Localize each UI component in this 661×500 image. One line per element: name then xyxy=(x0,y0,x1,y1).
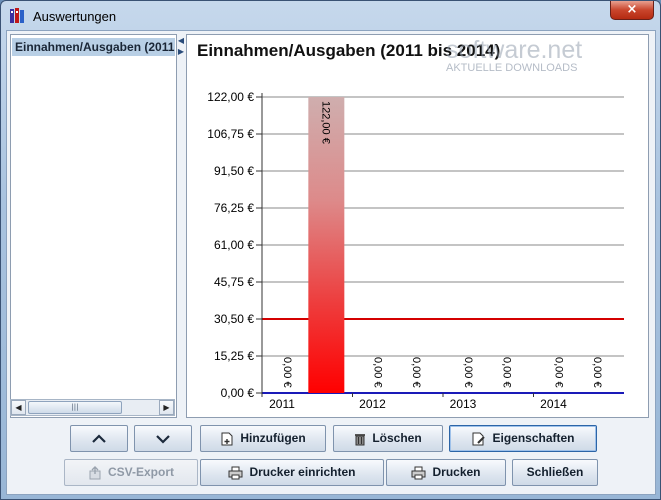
y-tick-label: 15,25 € xyxy=(214,349,254,363)
print-button-label: Drucken xyxy=(432,465,481,479)
properties-button-label: Eigenschaften xyxy=(492,431,575,445)
printer-setup-icon xyxy=(228,466,243,480)
properties-button[interactable]: Eigenschaften xyxy=(449,425,597,452)
chart-panel: 0,00 € 15,25 € 30,50 € 45,75 € 61,00 € 76,25 … xyxy=(186,34,649,418)
watermark-text: software.net xyxy=(446,36,583,64)
auswertungen-window: Auswertungen × Einnahmen/Ausgaben (2011 … xyxy=(0,0,661,500)
value-label: 0,00 € xyxy=(500,357,512,388)
chevron-down-icon xyxy=(156,435,170,444)
value-label: 0,00 € xyxy=(281,357,293,388)
close-icon: × xyxy=(626,2,638,17)
window-title: Auswertungen xyxy=(33,9,117,24)
split-pane-divider[interactable]: ◀ ▶ xyxy=(177,34,185,418)
chevron-up-icon xyxy=(92,434,106,443)
close-button[interactable]: Schließen xyxy=(512,459,598,486)
x-tick-label: 2011 xyxy=(269,397,295,411)
window-content: Einnahmen/Ausgaben (2011 bis 2014) ◀ |||… xyxy=(6,30,656,495)
scrollbar-thumb[interactable]: ||| xyxy=(28,401,122,414)
add-button[interactable]: Hinzufügen xyxy=(200,425,326,452)
scroll-left-icon[interactable]: ◀ xyxy=(11,400,26,415)
printer-icon xyxy=(411,466,426,480)
add-document-icon xyxy=(221,432,233,446)
y-tick-label: 30,50 € xyxy=(214,312,254,326)
y-tick-label: 122,00 € xyxy=(207,90,254,104)
y-tick-label: 45,75 € xyxy=(214,275,254,289)
list-item[interactable]: Einnahmen/Ausgaben (2011 bis 2014) xyxy=(12,38,175,56)
export-icon xyxy=(89,465,101,480)
csv-export-label: CSV-Export xyxy=(107,465,174,479)
bar-chart: 0,00 € 15,25 € 30,50 € 45,75 € 61,00 € 76,25 … xyxy=(207,90,624,411)
move-up-button[interactable] xyxy=(70,425,128,452)
value-label: 0,00 € xyxy=(410,357,422,388)
value-label: 0,00 € xyxy=(462,357,474,388)
delete-button[interactable]: Löschen xyxy=(333,425,443,452)
printer-setup-label: Drucker einrichten xyxy=(249,465,356,479)
y-tick-label: 91,50 € xyxy=(214,164,254,178)
y-tick-label: 61,00 € xyxy=(214,238,254,252)
print-button[interactable]: Drucken xyxy=(386,459,506,486)
collapse-left-icon[interactable]: ◀ xyxy=(177,36,185,46)
value-label: 0,00 € xyxy=(372,357,384,388)
y-tick-label: 76,25 € xyxy=(214,201,254,215)
close-button-label: Schließen xyxy=(526,465,584,479)
x-tick-label: 2014 xyxy=(540,397,567,411)
move-down-button[interactable] xyxy=(134,425,192,452)
y-tick-label: 0,00 € xyxy=(221,386,255,400)
x-tick-label: 2012 xyxy=(359,397,386,411)
value-label: 0,00 € xyxy=(591,357,603,388)
value-label: 122,00 € xyxy=(319,101,331,144)
report-list[interactable]: Einnahmen/Ausgaben (2011 bis 2014) xyxy=(10,34,177,418)
edit-document-icon xyxy=(472,432,486,446)
scroll-right-icon[interactable]: ▶ xyxy=(159,400,174,415)
horizontal-scrollbar[interactable]: ◀ ||| ▶ xyxy=(10,399,175,416)
watermark-subtext: AKTUELLE DOWNLOADS xyxy=(446,62,578,74)
printer-setup-button[interactable]: Drucker einrichten xyxy=(200,459,384,486)
title-bar[interactable]: Auswertungen × xyxy=(1,1,660,31)
books-app-icon xyxy=(10,8,24,23)
close-window-button[interactable]: × xyxy=(610,1,654,20)
expand-right-icon[interactable]: ▶ xyxy=(177,47,185,57)
y-tick-label: 106,75 € xyxy=(207,127,254,141)
delete-button-label: Löschen xyxy=(372,431,422,445)
watermark: software.net AKTUELLE DOWNLOADS xyxy=(446,36,583,75)
x-tick-label: 2013 xyxy=(450,397,477,411)
add-button-label: Hinzufügen xyxy=(240,431,306,445)
trash-icon xyxy=(355,433,366,446)
value-label: 0,00 € xyxy=(553,357,565,388)
csv-export-button[interactable]: CSV-Export xyxy=(64,459,198,486)
